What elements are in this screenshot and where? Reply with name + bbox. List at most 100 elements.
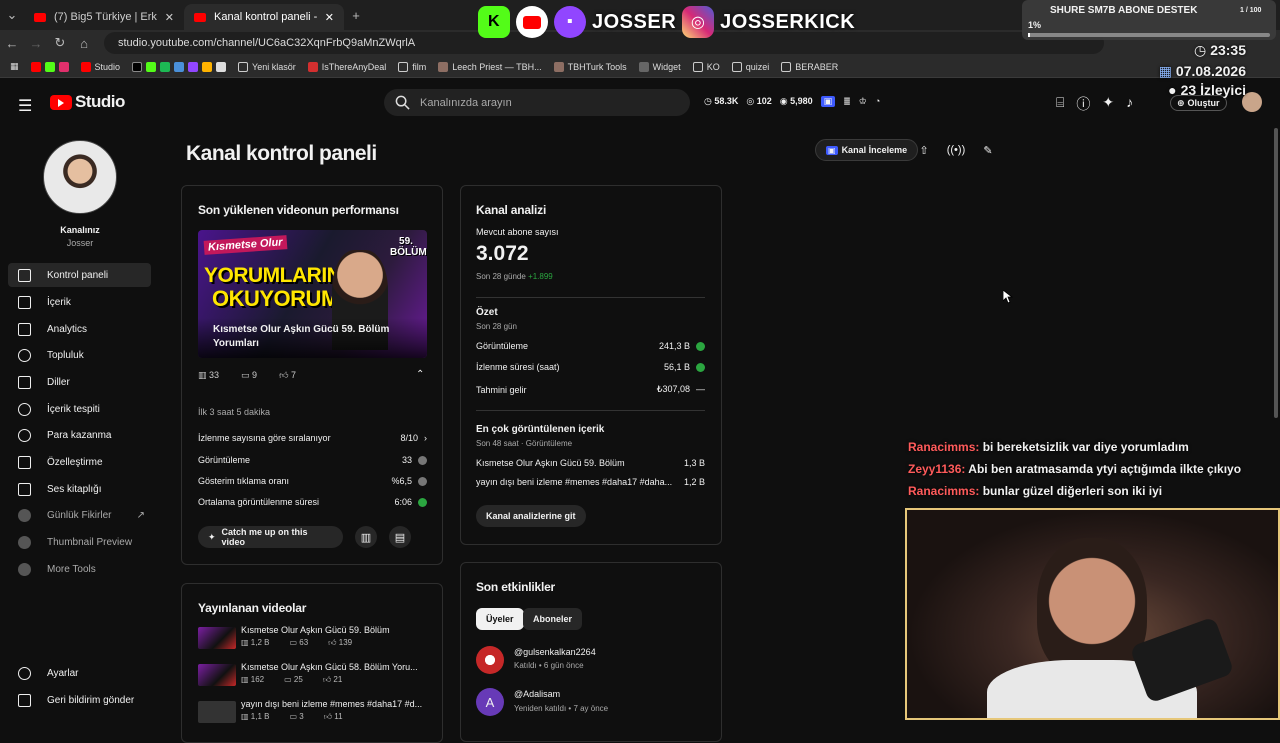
- list-item[interactable]: Kısmetse Olur Aşkın Gücü 58. Bölüm Yoru.…: [198, 662, 438, 694]
- sidebar-item-more-tools[interactable]: More Tools: [8, 557, 151, 581]
- neutral-indicator-icon: [418, 456, 427, 466]
- comments-stat: ▭ 3: [289, 712, 304, 721]
- channel-review-button[interactable]: ▣ Kanal İnceleme: [815, 139, 919, 161]
- bookmark[interactable]: Widget: [638, 61, 681, 72]
- apps-icon[interactable]: ▦: [10, 61, 19, 72]
- video-title: Kısmetse Olur Aşkın Gücü 59. Bölüm Yorum…: [213, 324, 390, 349]
- sidebar-item-community[interactable]: Topluluk: [8, 343, 151, 367]
- card-title: Yayınlanan videolar: [198, 601, 307, 615]
- sidebar-item-languages[interactable]: Diller: [8, 370, 151, 394]
- analytics-icon[interactable]: ▥: [355, 526, 377, 548]
- goal-count: 1 / 100: [1240, 7, 1262, 14]
- bookmark-folder[interactable]: KO: [692, 61, 720, 72]
- tab-subscribers[interactable]: Aboneler: [523, 608, 583, 630]
- close-icon[interactable]: ✕: [325, 11, 334, 24]
- trophy-icon[interactable]: ♔: [859, 96, 867, 107]
- new-tab-button[interactable]: +: [344, 8, 368, 23]
- chat-message: Ranacimms: bunlar güzel diğerleri son ik…: [908, 484, 1163, 498]
- extension-icon: [18, 508, 31, 522]
- catch-me-up-button[interactable]: ✦ Catch me up on this video: [198, 526, 343, 548]
- bookmark-icons[interactable]: [132, 61, 227, 72]
- collapse-icon[interactable]: ⌃: [416, 369, 424, 380]
- sidebar-item-thumbnail-preview[interactable]: Thumbnail Preview: [8, 530, 151, 554]
- bookmark-folder[interactable]: Yeni klasör: [238, 61, 296, 72]
- metric-row: İzlenme süresi (saat) 56,1 B: [476, 362, 705, 373]
- youtube-icon: [516, 6, 548, 38]
- sidebar-item-customization[interactable]: Özelleştirme: [8, 450, 151, 474]
- tab-members[interactable]: Üyeler: [476, 608, 524, 630]
- top-content-row[interactable]: Kısmetse Olur Aşkın Gücü 59. Bölüm 1,3 B: [476, 458, 705, 468]
- search-icon: [395, 95, 410, 110]
- feedback-icon[interactable]: ⌸: [1056, 94, 1064, 114]
- bookmark[interactable]: TBHTurk Tools: [553, 61, 627, 72]
- bookmark[interactable]: [30, 61, 69, 72]
- stat-views: ▥ 33: [198, 370, 220, 380]
- sidebar-item-daily-ideas[interactable]: Günlük Fikirler ↗: [8, 503, 151, 527]
- tab-list-icon[interactable]: ⌄: [0, 7, 24, 23]
- avatar[interactable]: [476, 646, 504, 674]
- bell-small-icon[interactable]: ◔: [875, 96, 880, 107]
- menu-icon[interactable]: ☰: [18, 96, 32, 116]
- sidebar-item-monetization[interactable]: Para kazanma: [8, 423, 151, 447]
- views-stat: ▥ 1,2 B: [241, 638, 270, 647]
- summary-title: Özet: [476, 307, 498, 318]
- help-icon[interactable]: ⓘ: [1076, 94, 1090, 114]
- comments-icon[interactable]: ▤: [389, 526, 411, 548]
- sidebar-item-copyright[interactable]: İçerik tespiti: [8, 397, 151, 421]
- sidebar-item-audio-library[interactable]: Ses kitaplığı: [8, 477, 151, 501]
- stream-clock: ◷ 23:35 ▦ 07.08.2026 ● 23 İzleyici: [1158, 42, 1246, 98]
- bookmark-folder[interactable]: BERABER: [781, 61, 838, 72]
- list-icon[interactable]: ≣: [843, 96, 851, 107]
- bookmark-studio[interactable]: Studio: [80, 61, 120, 72]
- external-link-icon: ↗: [136, 509, 145, 521]
- views-stat: ▥ 162: [241, 675, 265, 684]
- upload-icon[interactable]: ⇧: [913, 139, 935, 161]
- up-indicator-icon: [418, 498, 427, 508]
- page-scrollbar[interactable]: [1274, 128, 1278, 418]
- top-content-row[interactable]: yayın dışı beni izleme #memes #daha17 #d…: [476, 477, 705, 487]
- bookmark[interactable]: Leech Priest — TBH...: [438, 61, 542, 72]
- search-input[interactable]: Kanalınızda arayın: [384, 89, 690, 116]
- extension-icon: [18, 535, 31, 549]
- sidebar-item-analytics[interactable]: Analytics: [8, 317, 151, 341]
- youtube-icon: [194, 12, 206, 22]
- subs-label: Mevcut abone sayısı: [476, 227, 559, 237]
- live-icon[interactable]: ((•)): [945, 139, 967, 161]
- browser-tab[interactable]: (7) Big5 Türkiye | Erkek Hazırlık✕: [24, 4, 184, 30]
- metric-row[interactable]: İzlenme sayısına göre sıralanıyor 8/10 ›: [198, 433, 427, 443]
- member-name[interactable]: @Adalisam: [514, 689, 560, 699]
- youtube-icon: [34, 12, 46, 22]
- create-post-icon[interactable]: ✎: [977, 139, 999, 161]
- sidebar-item-content[interactable]: İçerik: [8, 290, 151, 314]
- card-title: Son yüklenen videonun performansı: [198, 203, 399, 217]
- close-icon[interactable]: ✕: [165, 11, 174, 24]
- go-to-analytics-button[interactable]: Kanal analizlerine git: [476, 505, 586, 527]
- reload-icon[interactable]: ↻: [48, 35, 72, 51]
- studio-logo[interactable]: Studio: [50, 92, 125, 112]
- back-icon[interactable]: ←: [0, 36, 24, 51]
- forward-icon[interactable]: →: [24, 36, 48, 51]
- mouse-cursor-icon: [1003, 290, 1013, 304]
- webcam-overlay: [905, 508, 1280, 720]
- top-content-period: Son 48 saat · Görüntüleme: [476, 439, 573, 448]
- avatar[interactable]: A: [476, 688, 504, 716]
- browser-tab-active[interactable]: Kanal kontrol paneli - YouTube✕: [184, 4, 344, 30]
- home-icon[interactable]: ⌂: [72, 36, 96, 51]
- list-item[interactable]: Kısmetse Olur Aşkın Gücü 59. Bölüm ▥ 1,2 …: [198, 625, 438, 657]
- sidebar-item-feedback[interactable]: Geri bildirim gönder: [8, 688, 151, 712]
- stat-likes: 👍︎ 7: [279, 370, 296, 380]
- sidebar-item-settings[interactable]: Ayarlar: [8, 661, 151, 685]
- notifications-icon[interactable]: ♪: [1126, 94, 1133, 114]
- channel-avatar[interactable]: [43, 140, 117, 214]
- sparkle-icon[interactable]: ✦: [1102, 94, 1114, 114]
- goal-title: SHURE SM7B ABONE DESTEK: [1050, 5, 1198, 16]
- donation-goal-widget: SHURE SM7B ABONE DESTEK 1 / 100 1%: [1022, 0, 1276, 40]
- sidebar-item-dashboard[interactable]: Kontrol paneli: [8, 263, 151, 287]
- bookmark-folder[interactable]: film: [398, 61, 426, 72]
- member-name[interactable]: @gulsenkalkan2264: [514, 647, 596, 657]
- bookmark-folder[interactable]: quizei: [731, 61, 769, 72]
- video-thumbnail[interactable]: Kısmetse Olur YORUMLARINIZI OKUYORUM! 59…: [198, 230, 427, 358]
- extension-icon[interactable]: ▣: [820, 96, 836, 107]
- list-item[interactable]: yayın dışı beni izleme #memes #daha17 #d…: [198, 699, 438, 731]
- bookmark[interactable]: IsThereAnyDeal: [307, 61, 386, 72]
